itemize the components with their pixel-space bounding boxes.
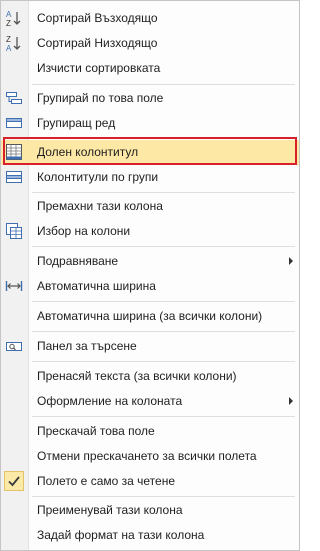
menu-item-find-panel[interactable]: Панел за търсене: [1, 334, 299, 359]
menu-item-remove-column[interactable]: Премахни тази колона: [1, 194, 299, 219]
menu-item-label: Прескачай това поле: [37, 424, 155, 438]
menu-item-group-footers[interactable]: Колонтитули по групи: [1, 165, 299, 190]
menu-separator: [32, 416, 295, 417]
menu-item-rename-column[interactable]: Преименувай тази колона: [1, 498, 299, 523]
context-menu: AZ Сортирай Възходящо ZA Сортирай Низход…: [0, 0, 300, 551]
submenu-arrow-icon: [289, 257, 293, 265]
menu-separator: [32, 361, 295, 362]
column-chooser-icon: [5, 222, 23, 240]
menu-item-label: Сортирай Възходящо: [37, 11, 158, 25]
menu-item-read-only[interactable]: Полето е само за четене: [1, 469, 299, 494]
menu-item-format-column[interactable]: Задай формат на тази колона: [1, 523, 299, 548]
menu-item-label: Подравняване: [37, 254, 119, 268]
sort-za-icon: ZA: [5, 34, 23, 53]
menu-item-label: Автоматична ширина: [37, 279, 156, 293]
menu-item-label: Автоматична ширина (за всички колони): [37, 309, 263, 323]
checkmark-icon: [4, 471, 24, 491]
menu-item-label: Избор на колони: [37, 224, 131, 238]
menu-item-label: Групирай по това поле: [37, 91, 164, 105]
menu-separator: [32, 331, 295, 332]
menu-item-label: Сортирай Низходящо: [37, 36, 158, 50]
sort-az-icon: AZ: [5, 9, 23, 28]
group-by-field-icon: [5, 89, 23, 107]
menu-item-column-appearance[interactable]: Оформление на колоната: [1, 389, 299, 414]
find-panel-icon: [5, 337, 23, 355]
menu-item-label: Колонтитули по групи: [37, 170, 159, 184]
menu-item-label: Оформление на колоната: [37, 394, 183, 408]
menu-separator: [32, 301, 295, 302]
menu-separator: [32, 192, 295, 193]
submenu-arrow-icon: [289, 397, 293, 405]
menu-item-skip-field[interactable]: Прескачай това поле: [1, 419, 299, 444]
menu-item-label: Групиращ ред: [37, 116, 116, 130]
menu-separator: [32, 246, 295, 247]
menu-item-unskip-all[interactable]: Отмени прескачането за всички полета: [1, 444, 299, 469]
menu-item-clear-sorting[interactable]: Изчисти сортировката: [1, 56, 299, 81]
svg-text:Z: Z: [6, 19, 11, 27]
group-row-icon: [5, 114, 23, 132]
menu-item-sort-descending[interactable]: ZA Сортирай Низходящо: [1, 31, 299, 56]
menu-item-label: Изчисти сортировката: [37, 61, 161, 75]
menu-separator: [32, 84, 295, 85]
menu-item-label: Преименувай тази колона: [37, 503, 183, 517]
svg-text:A: A: [6, 10, 12, 19]
menu-item-label: Панел за търсене: [37, 339, 137, 353]
best-fit-icon: [5, 277, 23, 295]
menu-item-word-wrap[interactable]: Пренасяй текста (за всички колони): [1, 364, 299, 389]
menu-item-best-fit-all[interactable]: Автоматична ширина (за всички колони): [1, 304, 299, 329]
menu-item-label: Задай формат на тази колона: [37, 528, 205, 542]
menu-item-sort-ascending[interactable]: AZ Сортирай Възходящо: [1, 6, 299, 31]
menu-item-label: Отмени прескачането за всички полета: [37, 449, 257, 463]
group-footers-icon: [5, 168, 23, 186]
menu-item-label: Пренасяй текста (за всички колони): [37, 369, 237, 383]
svg-text:A: A: [6, 44, 12, 52]
menu-item-best-fit[interactable]: Автоматична ширина: [1, 274, 299, 299]
highlight-outline: [3, 137, 297, 165]
menu-item-label: Полето е само за четене: [37, 474, 175, 488]
menu-item-group-row[interactable]: Групиращ ред: [1, 111, 299, 136]
menu-item-group-by-field[interactable]: Групирай по това поле: [1, 86, 299, 111]
menu-item-alignment[interactable]: Подравняване: [1, 249, 299, 274]
menu-item-label: Премахни тази колона: [37, 199, 163, 213]
menu-separator: [32, 496, 295, 497]
svg-text:Z: Z: [6, 35, 11, 44]
menu-item-column-chooser[interactable]: Избор на колони: [1, 219, 299, 244]
